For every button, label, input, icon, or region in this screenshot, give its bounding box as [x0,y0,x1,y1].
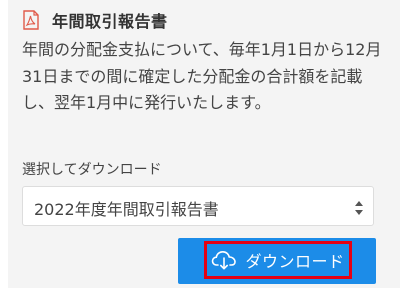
annual-report-card: 年間取引報告書 年間の分配金支払について、毎年1月1日から12月31日までの間に… [8,0,400,288]
pdf-icon [22,10,40,30]
download-button[interactable]: ダウンロード [178,238,376,284]
section-description: 年間の分配金支払について、毎年1月1日から12月31日までの間に確定した分配金の… [22,40,382,112]
cloud-download-icon [211,250,237,270]
select-arrows-icon [355,200,363,215]
download-button-label: ダウンロード [245,252,345,271]
section-title: 年間取引報告書 [52,12,168,31]
report-year-select[interactable]: 2022年度年間取引報告書 [22,186,374,226]
selected-report-value: 2022年度年間取引報告書 [34,200,219,219]
section-header: 年間取引報告書 [22,9,168,31]
download-button-highlight[interactable]: ダウンロード [204,241,352,279]
select-label: 選択してダウンロード [22,162,162,178]
